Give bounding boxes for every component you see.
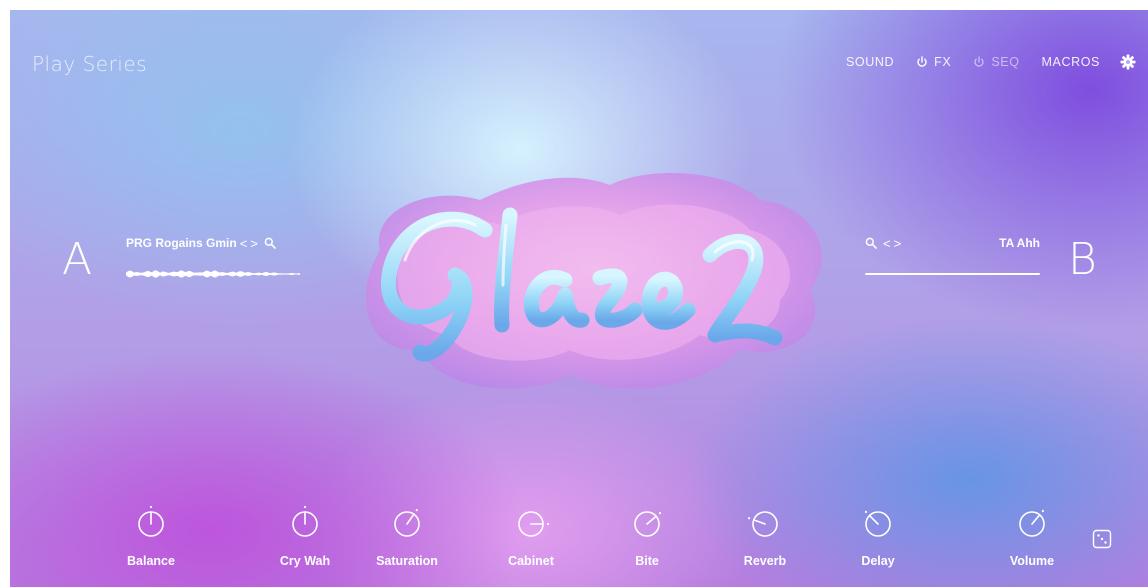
nav-sound[interactable]: SOUND — [846, 55, 894, 69]
layer-b-slot: < > TA Ahh — [865, 233, 1040, 286]
knob-cry-wah[interactable]: Cry Wah — [260, 500, 350, 568]
next-preset-icon[interactable]: > — [894, 236, 902, 251]
prev-preset-icon[interactable]: < — [240, 236, 248, 251]
layer-a-waveform[interactable] — [126, 267, 300, 281]
next-preset-icon[interactable]: > — [250, 236, 258, 251]
layer-b-preset-name[interactable]: TA Ahh — [999, 236, 1040, 250]
nav-sound-label: SOUND — [845, 55, 895, 69]
nav-fx-label: FX — [934, 55, 952, 69]
knob-label: Reverb — [743, 554, 787, 568]
knob-delay[interactable]: Delay — [833, 500, 923, 568]
dice-icon[interactable] — [1092, 529, 1112, 549]
nav-macros[interactable]: MACROS — [1042, 55, 1100, 69]
knob-label: Bite — [635, 554, 659, 568]
knob-label: Cry Wah — [279, 554, 331, 568]
top-nav: SOUND FX SEQ MACROS — [824, 54, 1136, 70]
knob-dial[interactable] — [1012, 500, 1052, 540]
knob-dial[interactable] — [745, 500, 785, 540]
layer-b-browse: < > — [865, 236, 901, 251]
layer-b-letter: B — [1068, 234, 1097, 285]
power-icon[interactable] — [916, 56, 928, 68]
knob-saturation[interactable]: Saturation — [362, 500, 452, 568]
glaze-logo — [365, 173, 822, 389]
nav-macros-label: MACROS — [1041, 55, 1100, 69]
macro-knob-row: Balance Cry Wah Saturation Cabinet Bite … — [10, 500, 1148, 587]
nav-seq-label: SEQ — [991, 55, 1020, 69]
magnifier-icon[interactable] — [264, 237, 276, 249]
layer-b-waveform[interactable] — [865, 267, 1040, 281]
layer-b-header: < > TA Ahh — [865, 233, 1040, 253]
knob-dial[interactable] — [131, 500, 171, 540]
instrument-panel: Play Series SOUND FX SEQ MACROS A PRG Ro… — [10, 10, 1148, 587]
knob-dial[interactable] — [858, 500, 898, 540]
layer-a-preset-name[interactable]: PRG Rogains Gmin — [126, 236, 237, 250]
gear-icon[interactable] — [1120, 54, 1136, 70]
knob-label: Saturation — [376, 554, 438, 568]
knob-balance[interactable]: Balance — [106, 500, 196, 568]
knob-dial[interactable] — [511, 500, 551, 540]
knob-reverb[interactable]: Reverb — [720, 500, 810, 568]
knob-dial[interactable] — [387, 500, 427, 540]
knob-dial[interactable] — [285, 500, 325, 540]
nav-fx[interactable]: FX — [916, 55, 951, 69]
knob-dial[interactable] — [627, 500, 667, 540]
layer-a-header: PRG Rogains Gmin < > — [126, 233, 306, 253]
nav-seq[interactable]: SEQ — [973, 55, 1019, 69]
magnifier-icon[interactable] — [865, 237, 877, 249]
layer-a-slot: PRG Rogains Gmin < > — [126, 233, 306, 286]
layer-a-letter: A — [62, 234, 93, 285]
knob-cabinet[interactable]: Cabinet — [486, 500, 576, 568]
brand-title: Play Series — [32, 52, 148, 76]
prev-preset-icon[interactable]: < — [883, 236, 891, 251]
knob-bite[interactable]: Bite — [602, 500, 692, 568]
knob-label: Balance — [127, 554, 175, 568]
knob-label: Volume — [1009, 554, 1055, 568]
knob-volume[interactable]: Volume — [987, 500, 1077, 568]
knob-label: Cabinet — [508, 554, 554, 568]
power-icon[interactable] — [973, 56, 985, 68]
knob-label: Delay — [861, 554, 895, 568]
